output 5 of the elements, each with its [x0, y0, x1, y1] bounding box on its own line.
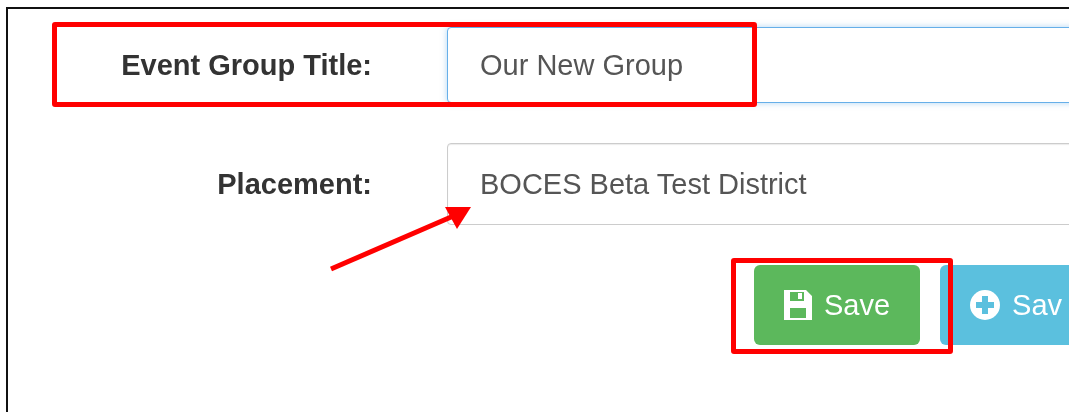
field-label: Event Group Title:: [121, 48, 372, 82]
text-field[interactable]: BOCES Beta Test District: [447, 143, 1069, 225]
field-label: Placement:: [217, 167, 372, 201]
plus-circle-icon: [970, 290, 1001, 320]
text-field[interactable]: Our New Group: [447, 27, 1069, 103]
